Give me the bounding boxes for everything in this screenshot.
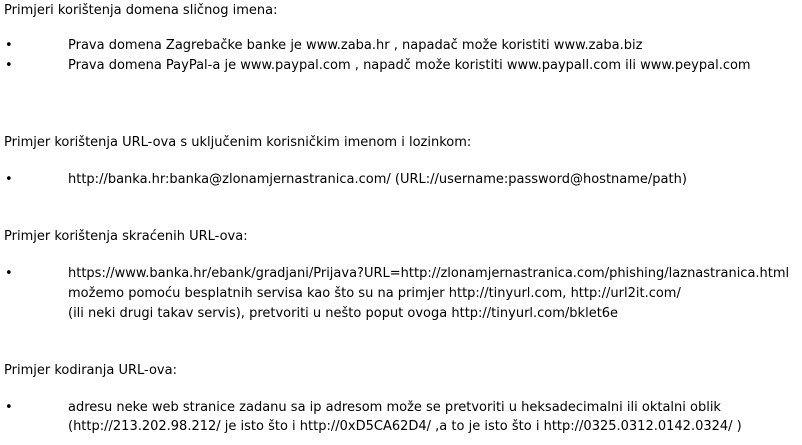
list-item-zaba: Prava domena Zagrebačke banke je www.zab…	[68, 38, 643, 53]
list-item-encoding-line-2: (http://213.202.98.212/ je isto što i ht…	[68, 419, 742, 434]
bullet-icon: •	[5, 38, 13, 53]
list-item-short-url-line-3: (ili neki drugi takav servis), pretvorit…	[68, 306, 619, 321]
bullet-icon: •	[5, 58, 13, 73]
section-heading-short-urls: Primjer korištenja skraćenih URL-ova:	[4, 229, 248, 244]
list-item-credentials-url: http://banka.hr:banka@zlonamjernastranic…	[68, 172, 687, 187]
list-item-encoding-line-1: adresu neke web stranice zadanu sa ip ad…	[68, 400, 721, 415]
section-heading-similar-domains: Primjeri korištenja domena sličnog imena…	[4, 3, 278, 18]
section-heading-credentials-url: Primjer korištenja URL-ova s uključenim …	[4, 135, 472, 150]
bullet-icon: •	[5, 266, 13, 281]
section-heading-url-encoding: Primjer kodiranja URL-ova:	[4, 363, 177, 378]
bullet-icon: •	[5, 400, 13, 415]
list-item-short-url-line-1: https://www.banka.hr/ebank/gradjani/Prij…	[68, 266, 790, 281]
document-page: { "sections": [ { "heading": "Primjeri k…	[0, 0, 802, 445]
bullet-icon: •	[5, 172, 13, 187]
list-item-short-url-line-2: možemo pomoću besplatnih servisa kao što…	[68, 286, 681, 301]
list-item-paypal: Prava domena PayPal-a je www.paypal.com …	[68, 58, 751, 73]
